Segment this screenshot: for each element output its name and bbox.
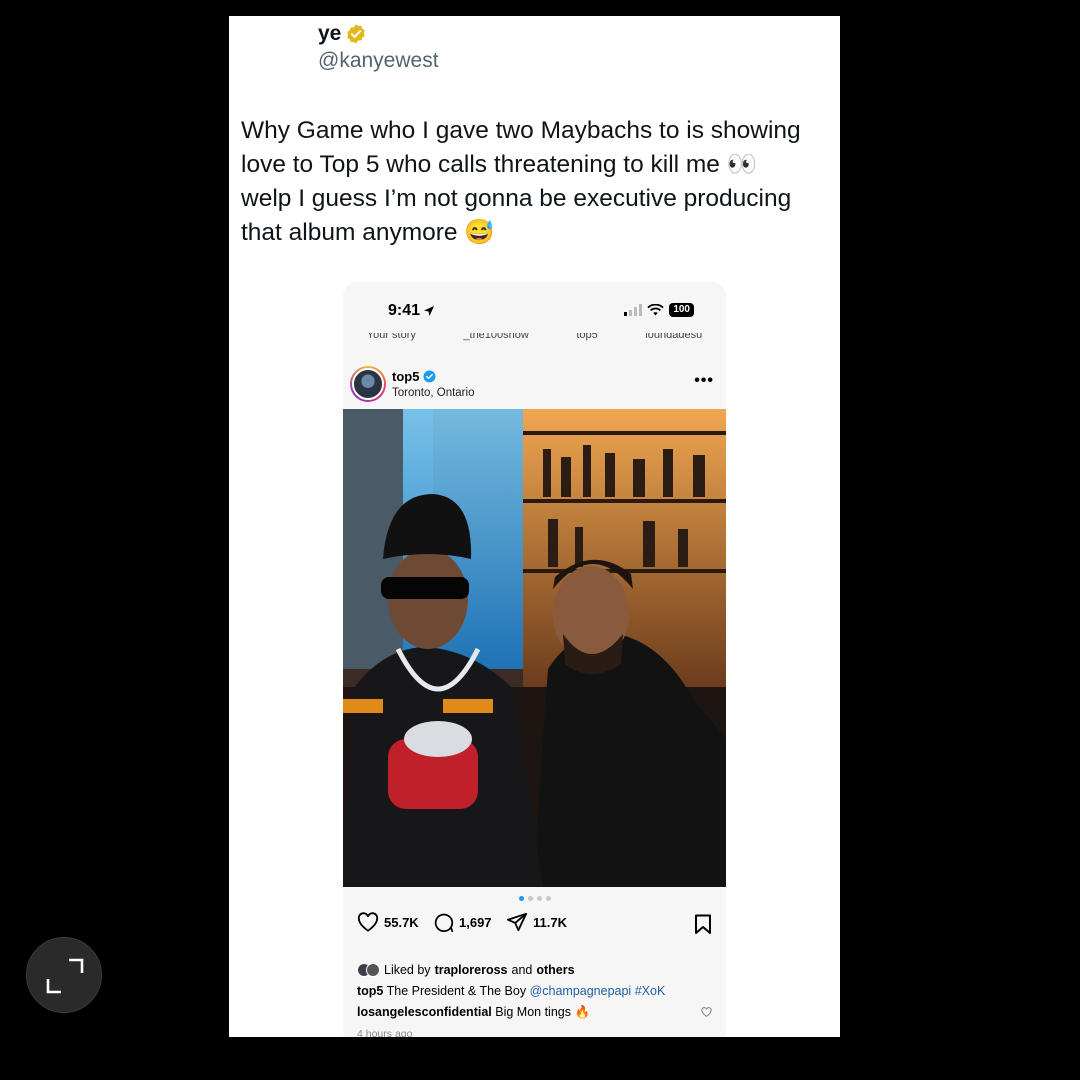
post-actions: 55.7K 1,697 11.7K <box>343 912 726 942</box>
mini-avatar <box>366 963 380 977</box>
comment-text: Big Mon tings 🔥 <box>495 1005 591 1019</box>
post-caption: top5 The President & The Boy @champagnep… <box>357 984 665 998</box>
tweet-text-line: that album anymore 😅 <box>241 219 495 246</box>
liked-by[interactable]: Liked by traploreross and others <box>357 963 575 977</box>
expand-icon <box>46 958 84 994</box>
story-label[interactable]: _the100show <box>463 333 528 345</box>
status-icons: 100 <box>624 303 694 317</box>
liked-by-others[interactable]: others <box>536 963 574 977</box>
tweet-author-handle[interactable]: @kanyewest <box>318 49 439 73</box>
wifi-icon <box>647 304 664 316</box>
post-comment: losangelesconfidential Big Mon tings 🔥 <box>357 1005 590 1020</box>
stories-row[interactable]: Your story _the100show top5 loundadesu <box>343 333 726 349</box>
caption-hashtag[interactable]: #XoK <box>635 984 666 998</box>
share-button[interactable]: 11.7K <box>506 912 567 932</box>
comment-count: 1,697 <box>459 915 492 930</box>
caption-username[interactable]: top5 <box>357 984 383 998</box>
battery-indicator: 100 <box>669 303 694 317</box>
bookmark-icon[interactable] <box>694 914 712 935</box>
verified-gold-icon <box>347 24 366 44</box>
post-username-text: top5 <box>392 369 420 384</box>
story-label[interactable]: top5 <box>576 333 597 345</box>
carousel-dot <box>536 896 542 901</box>
avatar[interactable] <box>350 366 386 402</box>
status-time-text: 9:41 <box>388 302 421 319</box>
caption-mention[interactable]: @champagnepapi <box>530 984 632 998</box>
post-location[interactable]: Toronto, Ontario <box>392 387 474 399</box>
post-photo[interactable] <box>343 409 726 887</box>
carousel-dot <box>527 896 533 901</box>
share-count: 11.7K <box>533 914 567 930</box>
status-bar: 9:41 100 <box>343 282 726 338</box>
tweet-card: ye @kanyewest Why Game who I gave two Ma… <box>229 16 840 1037</box>
liked-by-and: and <box>511 963 533 977</box>
verified-blue-icon <box>423 370 436 383</box>
carousel-dot <box>545 896 551 901</box>
more-options-icon[interactable]: ••• <box>694 372 714 390</box>
like-button[interactable]: 55.7K <box>357 912 419 932</box>
tweet-text-line: welp I guess I’m not gonna be executive … <box>241 185 792 212</box>
instagram-screenshot: 9:41 100 Your story _the100show top5 lou… <box>343 282 726 1037</box>
story-label[interactable]: loundadesu <box>645 333 702 345</box>
tweet-text-line: Why Game who I gave two Maybachs to is s… <box>241 117 801 144</box>
story-label[interactable]: Your story <box>367 333 416 345</box>
post-timestamp: 4 hours ago <box>357 1028 413 1037</box>
avatar-photo <box>352 368 384 400</box>
author-name-text: ye <box>318 22 342 45</box>
send-icon <box>506 912 527 932</box>
comment-like-icon[interactable] <box>701 1007 712 1017</box>
post-header: top5 Toronto, Ontario ••• <box>343 362 726 410</box>
liked-by-user[interactable]: traploreross <box>435 963 508 977</box>
caption-text: The President & The Boy <box>386 984 527 998</box>
comment-username[interactable]: losangelesconfidential <box>357 1005 492 1019</box>
carousel-dot-active <box>518 896 524 901</box>
location-arrow-icon <box>424 306 435 316</box>
expand-button[interactable] <box>26 937 102 1013</box>
tweet-text-line: love to Top 5 who calls threatening to k… <box>241 151 758 178</box>
heart-icon <box>357 912 379 932</box>
status-time: 9:41 <box>388 302 435 320</box>
like-count: 55.7K <box>384 914 419 930</box>
comment-button[interactable]: 1,697 <box>433 912 492 933</box>
liked-by-avatars <box>357 963 380 977</box>
liked-by-prefix: Liked by <box>384 963 431 977</box>
carousel-dots <box>343 896 726 901</box>
post-username[interactable]: top5 <box>392 369 436 384</box>
comment-icon <box>434 913 454 933</box>
photo-illustration <box>343 409 726 887</box>
tweet-author-name[interactable]: ye <box>318 22 367 46</box>
tweet-text: Why Game who I gave two Maybachs to is s… <box>241 114 836 250</box>
signal-icon <box>624 304 643 316</box>
